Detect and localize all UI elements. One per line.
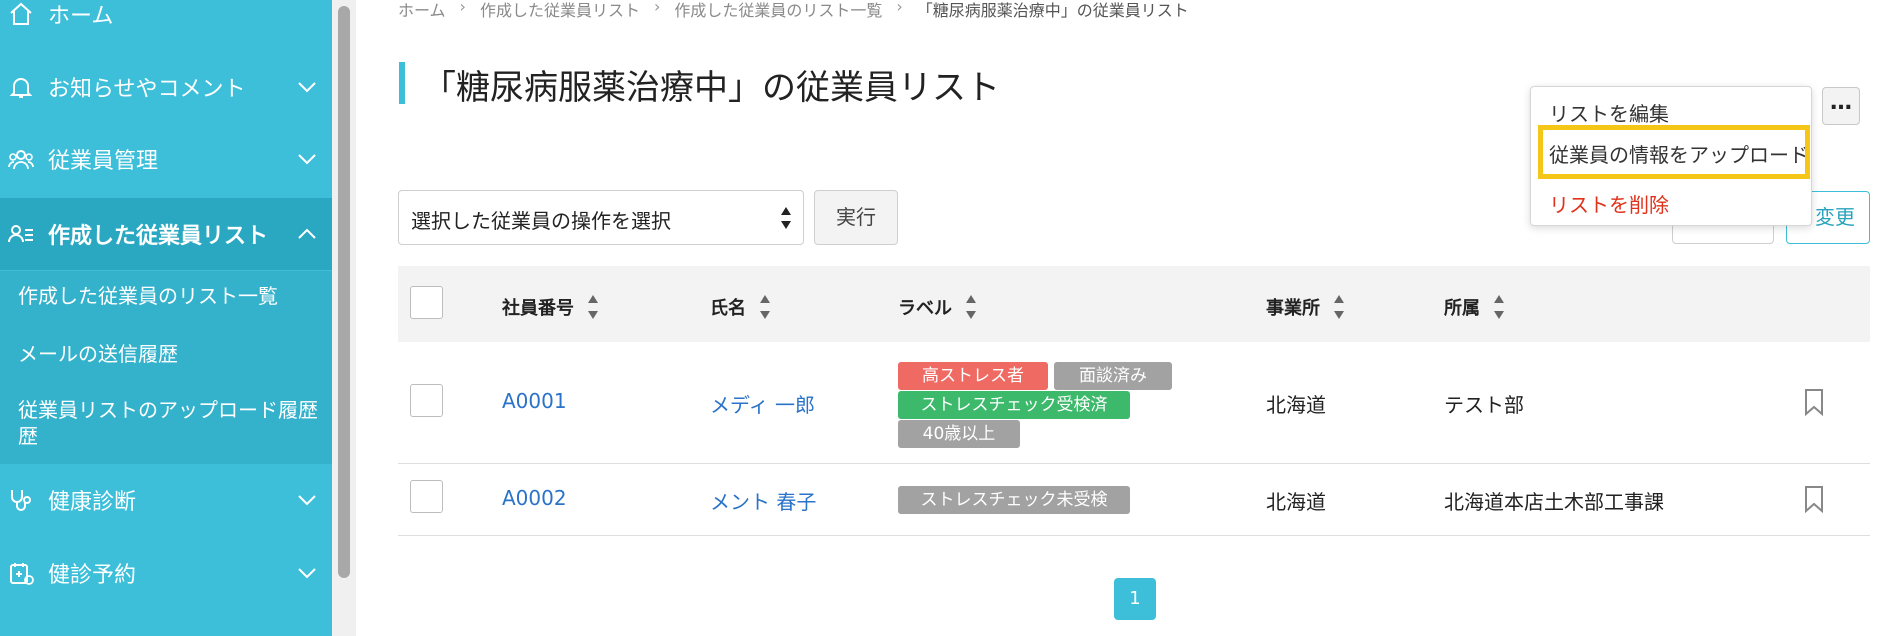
row-divider [398,463,1870,464]
sidebar-item-health-checkup[interactable]: 健康診断 [0,464,332,536]
chevron-down-icon [298,568,316,579]
sidebar-item-label: 従業員管理 [48,149,159,174]
column-header-employee-id[interactable]: 社員番号 [502,290,600,324]
label-tag: 40歳以上 [898,420,1020,448]
highlight-box [1538,125,1810,179]
calendar-medical-icon [8,560,34,586]
employee-name-link[interactable]: メディ 一郎 [710,389,815,418]
column-header-label: 事業所 [1266,298,1320,319]
sidebar-item-notifications[interactable]: お知らせやコメント [0,51,332,123]
user-list-icon [8,221,34,247]
employee-name-link[interactable]: メント 春子 [710,486,816,515]
sidebar-item-label: 作成した従業員リスト [48,224,269,249]
select-all-checkbox[interactable] [410,286,443,319]
breadcrumb-separator: › [653,0,661,16]
sidebar-item-home[interactable]: ホーム [0,0,332,50]
breadcrumb-item-list-overview[interactable]: 作成した従業員のリスト一覧 [674,0,882,21]
column-header-label[interactable]: ラベル [898,290,978,324]
sort-icon [760,295,770,319]
row-checkbox[interactable] [410,480,443,513]
department-cell: テスト部 [1444,393,1524,417]
column-header-label: 社員番号 [502,298,574,319]
table-header: 社員番号 氏名 ラベル 事業所 所属 [398,266,1870,342]
column-header-label-text: ラベル [898,298,952,319]
department-cell: 北海道本店土木部工事課 [1444,490,1664,514]
pagination-page-1[interactable]: 1 [1114,578,1156,620]
row-checkbox[interactable] [410,384,443,417]
execute-button[interactable]: 実行 [814,190,898,245]
office-cell: 北海道 [1266,393,1326,417]
office-cell: 北海道 [1266,490,1326,514]
stethoscope-icon [8,487,34,513]
label-tag: ストレスチェック受検済 [898,391,1130,419]
subnav-item-list-overview[interactable]: 作成した従業員のリスト一覧 [18,283,278,309]
row-divider [398,535,1870,536]
sidebar-item-checkup-reservation[interactable]: 健診予約 [0,537,332,609]
bulk-action-select[interactable]: 選択した従業員の操作を選択 [398,190,804,245]
menu-item-edit-list[interactable]: リストを編集 [1549,98,1669,127]
select-arrows-icon [781,207,791,229]
sidebar-item-label: 健診予約 [48,563,137,588]
sidebar-item-employee-management[interactable]: 従業員管理 [0,123,332,195]
home-icon [8,1,34,27]
bookmark-icon[interactable] [1802,485,1826,513]
page-title: 「糖尿病服薬治療中」の従業員リスト [422,68,1000,108]
subnav-item-upload-history[interactable]: 従業員リストのアップロード履歴 [18,397,318,423]
label-tag: ストレスチェック未受検 [898,486,1130,514]
bookmark-icon[interactable] [1802,388,1826,416]
breadcrumb-item-created-lists[interactable]: 作成した従業員リスト [480,0,640,21]
breadcrumb: ホーム › 作成した従業員リスト › 作成した従業員のリスト一覧 › 「糖尿病服… [398,0,1189,21]
chevron-down-icon [298,82,316,93]
sort-icon [1334,295,1344,319]
column-header-label: 所属 [1444,298,1480,319]
sidebar: ホーム お知らせやコメント 従業員管理 作成した従業員リスト 作成した従業員のリ… [0,0,332,636]
sort-icon [966,295,976,319]
breadcrumb-separator: › [459,0,466,16]
sidebar-item-label: ホーム [48,4,114,29]
label-tag: 高ストレス者 [898,362,1048,390]
sidebar-item-label: 健康診断 [48,490,137,515]
sort-icon [1494,295,1504,319]
sidebar-scrollbar-thumb[interactable] [338,6,350,578]
employee-id-link[interactable]: A0001 [502,389,567,413]
subnav-item-upload-history-wrap[interactable]: 歴 [18,423,38,449]
chevron-up-icon [298,228,316,239]
column-header-name[interactable]: 氏名 [710,290,772,324]
more-actions-button[interactable]: … [1822,87,1860,125]
users-icon [8,146,34,172]
bulk-action-select-value: 選択した従業員の操作を選択 [411,209,671,233]
sidebar-subnav: 作成した従業員のリスト一覧 メールの送信履歴 従業員リストのアップロード履歴 歴 [0,271,332,464]
breadcrumb-item-home[interactable]: ホーム [398,0,446,21]
column-header-office[interactable]: 事業所 [1266,290,1346,324]
column-header-label: 氏名 [710,298,746,319]
sidebar-item-label: お知らせやコメント [48,77,246,102]
breadcrumb-separator: › [896,0,903,16]
label-tag: 面談済み [1054,362,1172,390]
employee-id-link[interactable]: A0002 [502,486,567,510]
sort-icon [588,295,598,319]
bell-icon [8,74,34,100]
title-accent-bar [399,62,405,104]
sidebar-item-created-lists[interactable]: 作成した従業員リスト [0,198,332,270]
chevron-down-icon [298,154,316,165]
breadcrumb-current: 「糖尿病服薬治療中」の従業員リスト [916,1,1189,20]
column-header-department[interactable]: 所属 [1444,290,1506,324]
chevron-down-icon [298,495,316,506]
subnav-item-mail-history[interactable]: メールの送信履歴 [18,341,178,367]
menu-item-delete-list[interactable]: リストを削除 [1549,189,1669,218]
